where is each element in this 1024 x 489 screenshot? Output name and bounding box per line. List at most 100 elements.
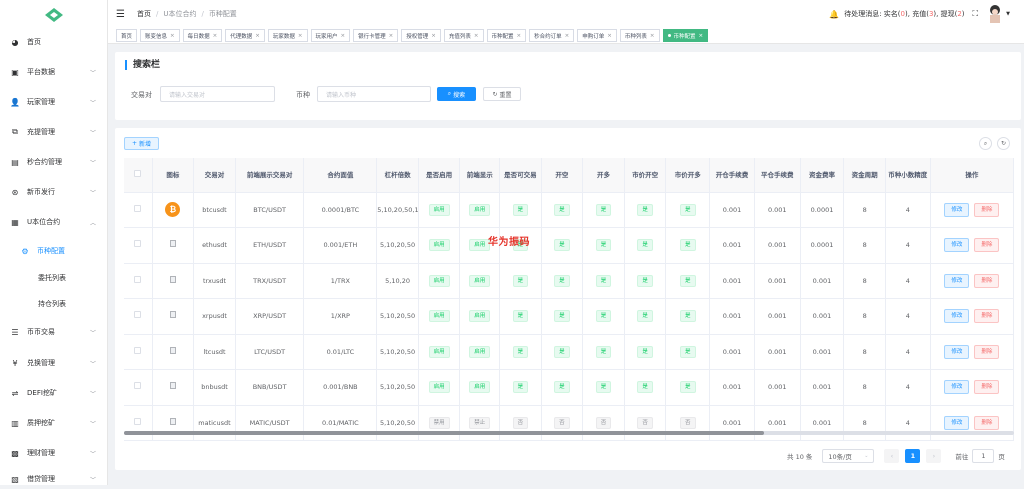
notice-prefix: 待处理消息: 实名(	[844, 10, 901, 18]
close-icon[interactable]: ×	[431, 33, 436, 39]
close-icon[interactable]: ×	[517, 33, 522, 39]
sidebar-item-2[interactable]: 👤 玩家管理 ﹀	[0, 92, 108, 112]
sidebar-item-4[interactable]: ▤ 秒合约管理 ﹀	[0, 152, 108, 172]
delete-button[interactable]: 删除	[974, 238, 1000, 253]
coin-input[interactable]: 请输入币种	[317, 86, 431, 102]
row-checkbox[interactable]	[134, 382, 142, 390]
close-icon[interactable]: ×	[389, 33, 394, 39]
row-checkbox[interactable]	[134, 204, 142, 212]
add-button[interactable]: + 新增	[124, 137, 159, 150]
tags-view: 首页 账变信息 × 每日数据 × 代理数据 × 玩家数据 × 玩家用户 × 银行卡管理 × 授权管理 × 充值…	[108, 28, 1024, 44]
status-badge: 是	[595, 203, 612, 216]
close-icon[interactable]: ×	[607, 33, 612, 39]
close-icon[interactable]: ×	[255, 33, 260, 39]
page-button-current[interactable]: 1	[905, 449, 921, 463]
close-icon[interactable]: ×	[341, 33, 346, 39]
edit-button[interactable]: 修改	[944, 415, 970, 430]
tag-11[interactable]: 申购订单 ×	[577, 29, 617, 42]
goto-page-input[interactable]: 1	[972, 449, 995, 463]
close-icon[interactable]: ×	[650, 33, 655, 39]
delete-button[interactable]: 删除	[974, 309, 1000, 324]
edit-button[interactable]: 修改	[944, 309, 970, 324]
tag-1[interactable]: 账变信息 ×	[140, 29, 180, 42]
search-icon: ⌕	[447, 90, 452, 97]
close-icon[interactable]: ×	[565, 33, 570, 39]
edit-button[interactable]: 修改	[944, 273, 970, 288]
pair-input[interactable]: 请输入交易对	[160, 86, 275, 102]
cell-precision: 4	[885, 227, 931, 264]
close-icon[interactable]: ×	[213, 33, 218, 39]
sidebar-item-7[interactable]: ⚙ 币种配置	[0, 241, 108, 261]
tag-5[interactable]: 玩家用户 ×	[310, 29, 351, 42]
sidebar-item-11[interactable]: ¥ 兑换管理 ﹀	[0, 353, 108, 373]
edit-button[interactable]: 修改	[944, 202, 970, 217]
reset-button[interactable]: ↻ 重置	[483, 87, 521, 101]
tag-0[interactable]: 首页	[116, 29, 138, 42]
logo	[0, 0, 107, 30]
tag-10[interactable]: 秒合约订单 ×	[529, 29, 575, 42]
cell-face: 0.01/LTC	[303, 334, 378, 370]
avatar[interactable]	[986, 4, 1005, 24]
tag-12[interactable]: 币种列表 ×	[619, 29, 660, 42]
sidebar-item-13[interactable]: ▥ 质押挖矿 ﹀	[0, 413, 108, 433]
tag-4[interactable]: 玩家数据 ×	[267, 29, 308, 42]
delete-button[interactable]: 删除	[974, 344, 1000, 359]
bell-icon[interactable]: 🔔	[829, 10, 839, 19]
sidebar-item-6[interactable]: ▦ U本位合约 ︿	[0, 212, 108, 232]
close-icon[interactable]: ×	[699, 33, 704, 39]
tag-6[interactable]: 银行卡管理 ×	[353, 29, 399, 42]
sidebar-item-15[interactable]: ▧ 借贷管理 ﹀	[0, 469, 108, 489]
close-icon[interactable]: ×	[298, 33, 303, 39]
page-size-select[interactable]: 10条/页 ⌄	[822, 449, 875, 463]
row-checkbox[interactable]	[134, 311, 142, 319]
row-checkbox[interactable]	[134, 240, 142, 248]
cell-face: 1/XRP	[303, 298, 378, 335]
sidebar-item-12[interactable]: ⇌ DEFI挖矿 ﹀	[0, 383, 108, 403]
select-all-checkbox[interactable]	[134, 169, 142, 177]
scrollbar-thumb[interactable]	[124, 431, 764, 435]
close-icon[interactable]: ×	[474, 33, 479, 39]
delete-button[interactable]: 删除	[974, 202, 1000, 217]
delete-button[interactable]: 删除	[974, 415, 1000, 430]
cell-close_fee: 0.001	[754, 334, 801, 370]
tag-2[interactable]: 每日数据 ×	[182, 29, 223, 42]
caret-down-icon[interactable]: ▼	[1006, 11, 1010, 17]
hamburger-icon[interactable]: ☰	[116, 9, 125, 20]
sidebar-item-8[interactable]: 委托列表	[0, 268, 108, 288]
cell-display: BNB/USDT	[235, 369, 305, 406]
edit-button[interactable]: 修改	[944, 344, 970, 359]
row-checkbox[interactable]	[134, 275, 142, 283]
sidebar-item-5[interactable]: ⊛ 新币发行 ﹀	[0, 182, 108, 202]
edit-button[interactable]: 修改	[944, 380, 970, 395]
next-page-button[interactable]: ›	[926, 449, 942, 463]
pending-notice[interactable]: 待处理消息: 实名(0), 充值(3), 提现(2)	[844, 9, 964, 19]
page-size-value: 10条/页	[828, 453, 852, 461]
tag-9[interactable]: 币种配置 ×	[486, 29, 527, 42]
refresh-button[interactable]: ↻	[997, 137, 1010, 150]
tag-13[interactable]: 币种配置 ×	[662, 29, 709, 42]
search-toggle-button[interactable]: ⌕	[979, 137, 992, 150]
breadcrumb-home[interactable]: 首页	[137, 10, 151, 18]
sidebar-item-10[interactable]: ☰ 币币交易 ﹀	[0, 322, 108, 342]
prev-page-button[interactable]: ‹	[884, 449, 900, 463]
sidebar-item-14[interactable]: ▩ 理财管理 ﹀	[0, 443, 108, 463]
edit-button[interactable]: 修改	[944, 238, 970, 253]
chevron-down-icon: ﹀	[89, 450, 96, 458]
sidebar-item-9[interactable]: 持仓列表	[0, 294, 108, 314]
sidebar-item-3[interactable]: ⧉ 充提管理 ﹀	[0, 122, 108, 142]
row-checkbox[interactable]	[134, 417, 142, 425]
delete-button[interactable]: 删除	[974, 380, 1000, 395]
tag-3[interactable]: 代理数据 ×	[225, 29, 265, 42]
fullscreen-icon[interactable]: ⛶	[973, 9, 979, 19]
sidebar-item-1[interactable]: ▣ 平台数据 ﹀	[0, 62, 108, 82]
status-badge: 是	[680, 239, 696, 252]
row-checkbox[interactable]	[134, 346, 142, 354]
horizontal-scrollbar[interactable]	[124, 431, 1014, 435]
chevron-down-icon: ﹀	[89, 360, 96, 368]
tag-7[interactable]: 授权管理 ×	[401, 29, 441, 42]
delete-button[interactable]: 删除	[974, 273, 1000, 288]
close-icon[interactable]: ×	[170, 33, 175, 39]
search-button[interactable]: ⌕ 搜索	[437, 87, 476, 101]
sidebar-item-0[interactable]: ◕ 首页	[0, 32, 108, 52]
tag-8[interactable]: 充值列表 ×	[443, 29, 484, 42]
